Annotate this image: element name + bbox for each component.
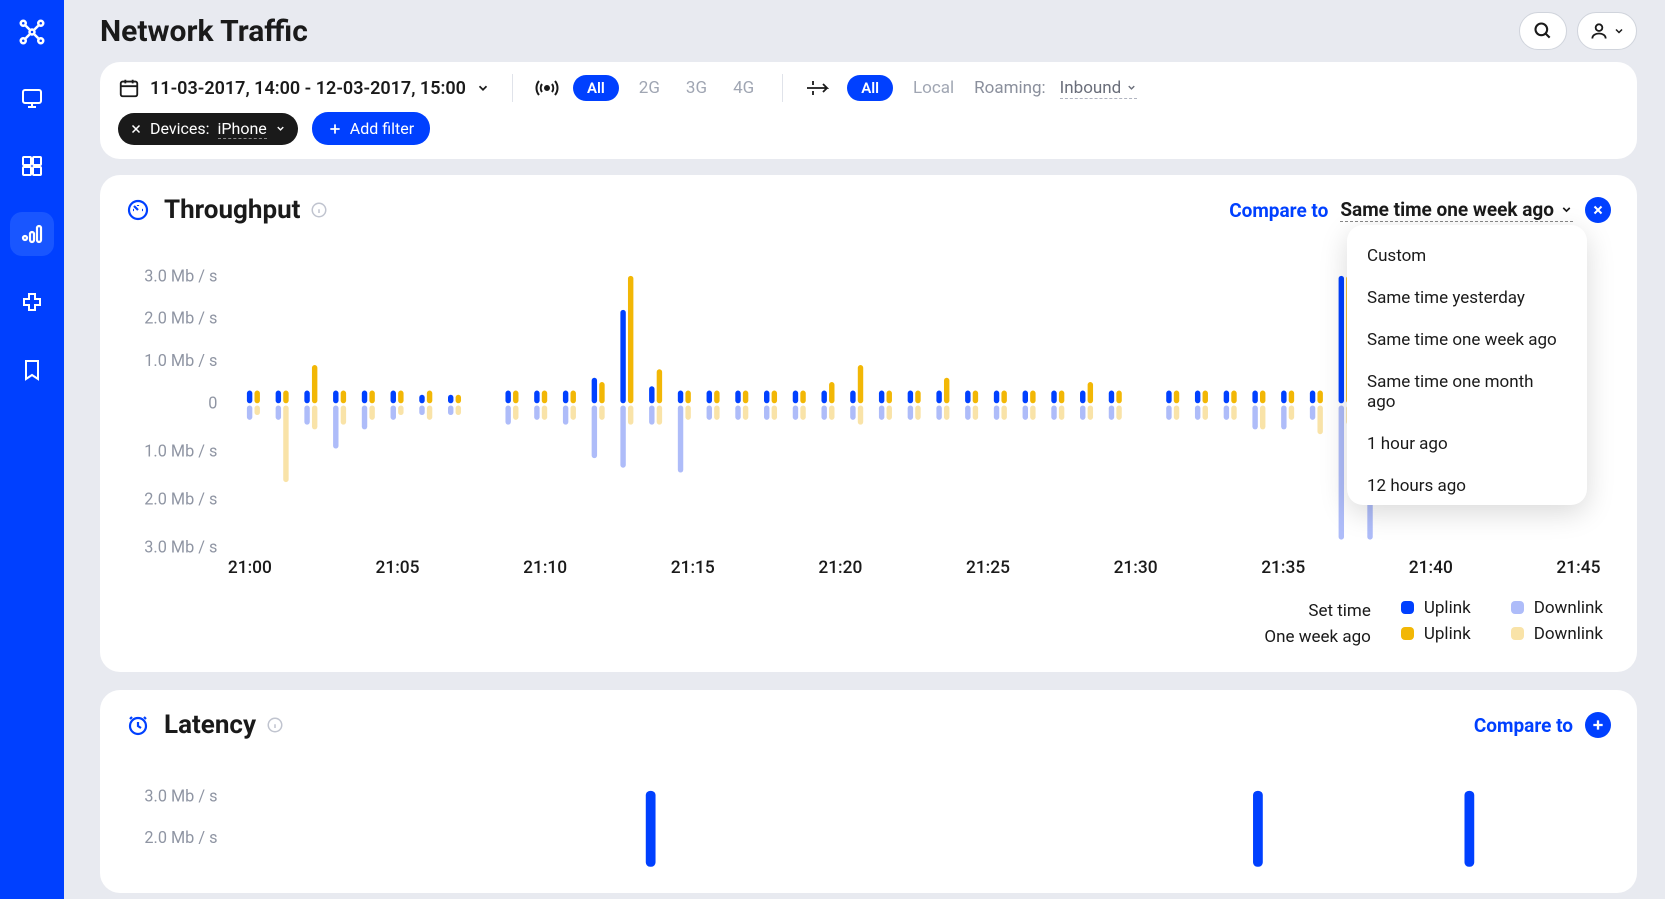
roaming-filter-local[interactable]: Local	[907, 78, 960, 98]
info-icon[interactable]	[266, 716, 284, 734]
compare-to-label[interactable]: Compare to	[1229, 199, 1328, 222]
latency-chart: 3.0 Mb / s 2.0 Mb / s	[136, 780, 1611, 871]
user-menu-button[interactable]	[1577, 12, 1637, 50]
date-range-value: 11-03-2017, 14:00 - 12-03-2017, 15:00	[150, 78, 466, 99]
svg-text:2.0 Mb / s: 2.0 Mb / s	[144, 309, 217, 328]
latency-card: Latency Compare to 3.0 Mb / s 2.0 Mb / s	[100, 690, 1637, 893]
filters-bar: 11-03-2017, 14:00 - 12-03-2017, 15:00 Al…	[100, 62, 1637, 159]
legend-week-uplink: Uplink	[1401, 624, 1471, 644]
divider	[782, 74, 783, 102]
svg-text:1.0 Mb / s: 1.0 Mb / s	[144, 351, 217, 370]
svg-text:21:00: 21:00	[228, 558, 272, 578]
legend-week-downlink: Downlink	[1511, 624, 1603, 644]
chevron-down-icon	[275, 123, 286, 134]
throughput-legend: Set time One week ago Uplink Downlink Up…	[126, 598, 1611, 651]
svg-text:2.0 Mb / s: 2.0 Mb / s	[144, 490, 217, 509]
info-icon[interactable]	[310, 201, 328, 219]
chevron-down-icon	[1613, 25, 1625, 37]
dropdown-item-12hours[interactable]: 12 hours ago	[1347, 465, 1583, 495]
svg-text:0: 0	[208, 394, 217, 413]
calendar-icon	[118, 77, 140, 99]
dropdown-item-month[interactable]: Same time one month ago	[1347, 361, 1583, 423]
svg-text:3.0 Mb / s: 3.0 Mb / s	[144, 787, 217, 806]
plus-icon	[1591, 718, 1605, 732]
compare-dropdown-menu: Custom Same time yesterday Same time one…	[1347, 225, 1587, 505]
page-title: Network Traffic	[100, 14, 1509, 49]
dropdown-item-custom[interactable]: Custom	[1347, 235, 1583, 277]
svg-text:21:40: 21:40	[1409, 558, 1453, 578]
device-filter-chip[interactable]: Devices: iPhone	[118, 113, 298, 145]
sidebar-item-bookmarks[interactable]	[10, 348, 54, 392]
legend-set-uplink: Uplink	[1401, 598, 1471, 618]
add-filter-label: Add filter	[350, 119, 414, 138]
dropdown-item-1hour[interactable]: 1 hour ago	[1347, 423, 1583, 465]
network-filter-2g[interactable]: 2G	[633, 78, 666, 98]
device-filter-value: iPhone	[218, 119, 267, 139]
throughput-card: Throughput Compare to Same time one week…	[100, 175, 1637, 672]
close-icon	[1592, 204, 1604, 216]
svg-text:3.0 Mb / s: 3.0 Mb / s	[144, 537, 217, 556]
sidebar-item-apps[interactable]	[10, 144, 54, 188]
legend-set-downlink: Downlink	[1511, 598, 1603, 618]
user-icon	[1589, 21, 1609, 41]
sidebar-item-extensions[interactable]	[10, 280, 54, 324]
svg-text:21:30: 21:30	[1114, 558, 1158, 578]
legend-row2-label: One week ago	[1264, 624, 1370, 650]
chevron-down-icon	[1126, 82, 1137, 93]
sidebar	[0, 0, 64, 899]
close-icon	[130, 123, 142, 135]
search-button[interactable]	[1519, 12, 1567, 50]
svg-text:21:35: 21:35	[1261, 558, 1305, 578]
dropdown-item-yesterday[interactable]: Same time yesterday	[1347, 277, 1583, 319]
svg-text:21:05: 21:05	[376, 558, 420, 578]
roaming-filter-all[interactable]: All	[847, 75, 893, 101]
latency-compare-add-button[interactable]	[1585, 712, 1611, 738]
signal-icon	[535, 76, 559, 100]
svg-text:2.0 Mb / s: 2.0 Mb / s	[144, 828, 217, 847]
date-range-picker[interactable]: 11-03-2017, 14:00 - 12-03-2017, 15:00	[118, 77, 490, 99]
compare-to-dropdown[interactable]: Same time one week ago	[1340, 198, 1573, 222]
latency-title: Latency	[164, 710, 256, 740]
clock-icon	[126, 713, 150, 737]
network-filter-3g[interactable]: 3G	[680, 78, 713, 98]
dropdown-item-week[interactable]: Same time one week ago	[1347, 319, 1583, 361]
gauge-icon	[126, 198, 150, 222]
network-filter-4g[interactable]: 4G	[727, 78, 760, 98]
svg-text:21:20: 21:20	[818, 558, 862, 578]
throughput-title: Throughput	[164, 195, 300, 225]
plus-icon	[328, 122, 342, 136]
network-filter-all[interactable]: All	[573, 75, 619, 101]
divider	[512, 74, 513, 102]
svg-text:3.0 Mb / s: 3.0 Mb / s	[144, 266, 217, 285]
header: Network Traffic	[64, 0, 1665, 62]
sidebar-item-dashboard[interactable]	[10, 76, 54, 120]
compare-close-button[interactable]	[1585, 197, 1611, 223]
search-icon	[1533, 21, 1553, 41]
airplane-icon	[805, 77, 833, 99]
chevron-down-icon	[1560, 203, 1573, 216]
svg-text:21:15: 21:15	[671, 558, 715, 578]
svg-text:21:45: 21:45	[1556, 558, 1600, 578]
device-filter-label: Devices:	[150, 119, 210, 138]
svg-text:21:10: 21:10	[523, 558, 567, 578]
chevron-down-icon	[476, 81, 490, 95]
roaming-value-dropdown[interactable]: Inbound	[1060, 78, 1137, 99]
app-logo-icon	[12, 12, 52, 52]
svg-text:21:25: 21:25	[966, 558, 1010, 578]
add-filter-button[interactable]: Add filter	[312, 112, 430, 145]
legend-row1-label: Set time	[1264, 598, 1370, 624]
sidebar-item-analytics[interactable]	[10, 212, 54, 256]
roaming-label: Roaming:	[974, 78, 1046, 98]
latency-compare-label[interactable]: Compare to	[1474, 714, 1573, 737]
svg-text:1.0 Mb / s: 1.0 Mb / s	[144, 442, 217, 461]
